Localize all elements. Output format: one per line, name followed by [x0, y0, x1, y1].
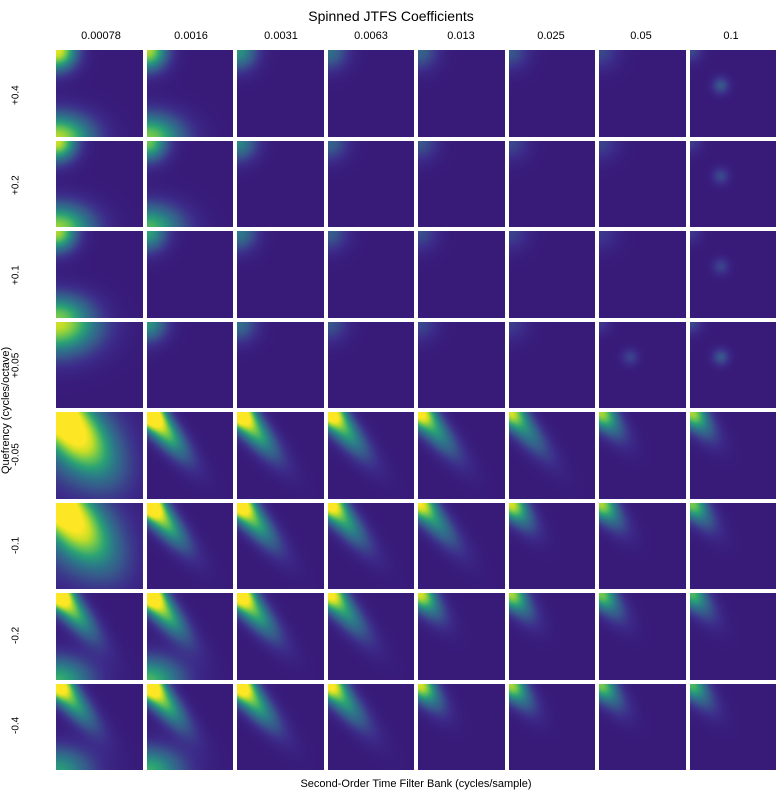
heatmap-cell [237, 593, 324, 680]
heatmap-cell [237, 50, 324, 137]
row-label: -0.2 [0, 590, 32, 680]
heatmap-cell [56, 684, 143, 771]
col-label: 0.013 [416, 30, 506, 48]
heatmap-cell [690, 684, 777, 771]
heatmap-cell [147, 141, 234, 228]
heatmap-cell [328, 412, 415, 499]
row-label: -0.1 [0, 500, 32, 590]
heatmap-cell [599, 141, 686, 228]
heatmap-cell [690, 503, 777, 590]
heatmap-cell [599, 684, 686, 771]
heatmap-cell [690, 593, 777, 680]
heatmap-cell [56, 322, 143, 409]
heatmap-cell [509, 593, 596, 680]
heatmap-cell [328, 231, 415, 318]
heatmap-cell [147, 593, 234, 680]
row-label: +0.1 [0, 230, 32, 320]
heatmap-cell [509, 50, 596, 137]
heatmap-cell [418, 50, 505, 137]
heatmap-cell [328, 503, 415, 590]
row-label: -0.05 [0, 410, 32, 500]
chart-title: Spinned JTFS Coefficients [0, 8, 782, 24]
heatmap-cell [418, 593, 505, 680]
col-label: 0.0016 [146, 30, 236, 48]
heatmap-cell [509, 503, 596, 590]
heatmap-cell [147, 231, 234, 318]
heatmap-cell [147, 503, 234, 590]
row-label: +0.2 [0, 140, 32, 230]
heatmap-cell [237, 684, 324, 771]
heatmap-cell [328, 141, 415, 228]
heatmap-cell [599, 231, 686, 318]
heatmap-cell [599, 50, 686, 137]
heatmap-cell [147, 412, 234, 499]
heatmap-cell [147, 322, 234, 409]
heatmap-cell [599, 322, 686, 409]
row-labels: +0.4 +0.2 +0.1 +0.05 -0.05 -0.1 -0.2 -0.… [0, 50, 32, 770]
heatmap-cell [237, 141, 324, 228]
heatmap-cell [509, 231, 596, 318]
heatmap-cell [237, 231, 324, 318]
col-label: 0.1 [686, 30, 776, 48]
heatmap-cell [237, 412, 324, 499]
heatmap-cell [509, 412, 596, 499]
heatmap-cell [690, 50, 777, 137]
heatmap-cell [56, 593, 143, 680]
heatmap-cell [237, 503, 324, 590]
heatmap-cell [690, 231, 777, 318]
heatmap-cell [509, 322, 596, 409]
heatmap-cell [56, 141, 143, 228]
heatmap-cell [147, 684, 234, 771]
heatmap-cell [509, 141, 596, 228]
heatmap-cell [56, 231, 143, 318]
col-label: 0.05 [596, 30, 686, 48]
col-label: 0.0063 [326, 30, 416, 48]
heatmap-cell [418, 412, 505, 499]
heatmap-cell [599, 412, 686, 499]
heatmap-cell [690, 412, 777, 499]
heatmap-cell [147, 50, 234, 137]
heatmap-cell [328, 50, 415, 137]
row-label: +0.4 [0, 50, 32, 140]
heatmap-cell [328, 322, 415, 409]
heatmap-cell [599, 593, 686, 680]
heatmap-cell [418, 141, 505, 228]
heatmap-cell [509, 684, 596, 771]
heatmap-cell [599, 503, 686, 590]
col-label: 0.0031 [236, 30, 326, 48]
heatmap-cell [328, 593, 415, 680]
heatmap-cell [690, 141, 777, 228]
heatmap-cell [418, 503, 505, 590]
heatmap-cell [56, 412, 143, 499]
heatmap-cell [418, 322, 505, 409]
col-label: 0.025 [506, 30, 596, 48]
col-label: 0.00078 [56, 30, 146, 48]
column-labels: 0.00078 0.0016 0.0031 0.0063 0.013 0.025… [56, 30, 776, 48]
heatmap-cell [418, 684, 505, 771]
heatmap-grid [56, 50, 776, 770]
heatmap-cell [56, 503, 143, 590]
heatmap-cell [56, 50, 143, 137]
row-label: +0.05 [0, 320, 32, 410]
row-label: -0.4 [0, 680, 32, 770]
heatmap-cell [690, 322, 777, 409]
heatmap-cell [328, 684, 415, 771]
x-axis-label: Second-Order Time Filter Bank (cycles/sa… [56, 778, 776, 790]
heatmap-cell [418, 231, 505, 318]
figure: Spinned JTFS Coefficients 0.00078 0.0016… [0, 0, 782, 800]
heatmap-cell [237, 322, 324, 409]
